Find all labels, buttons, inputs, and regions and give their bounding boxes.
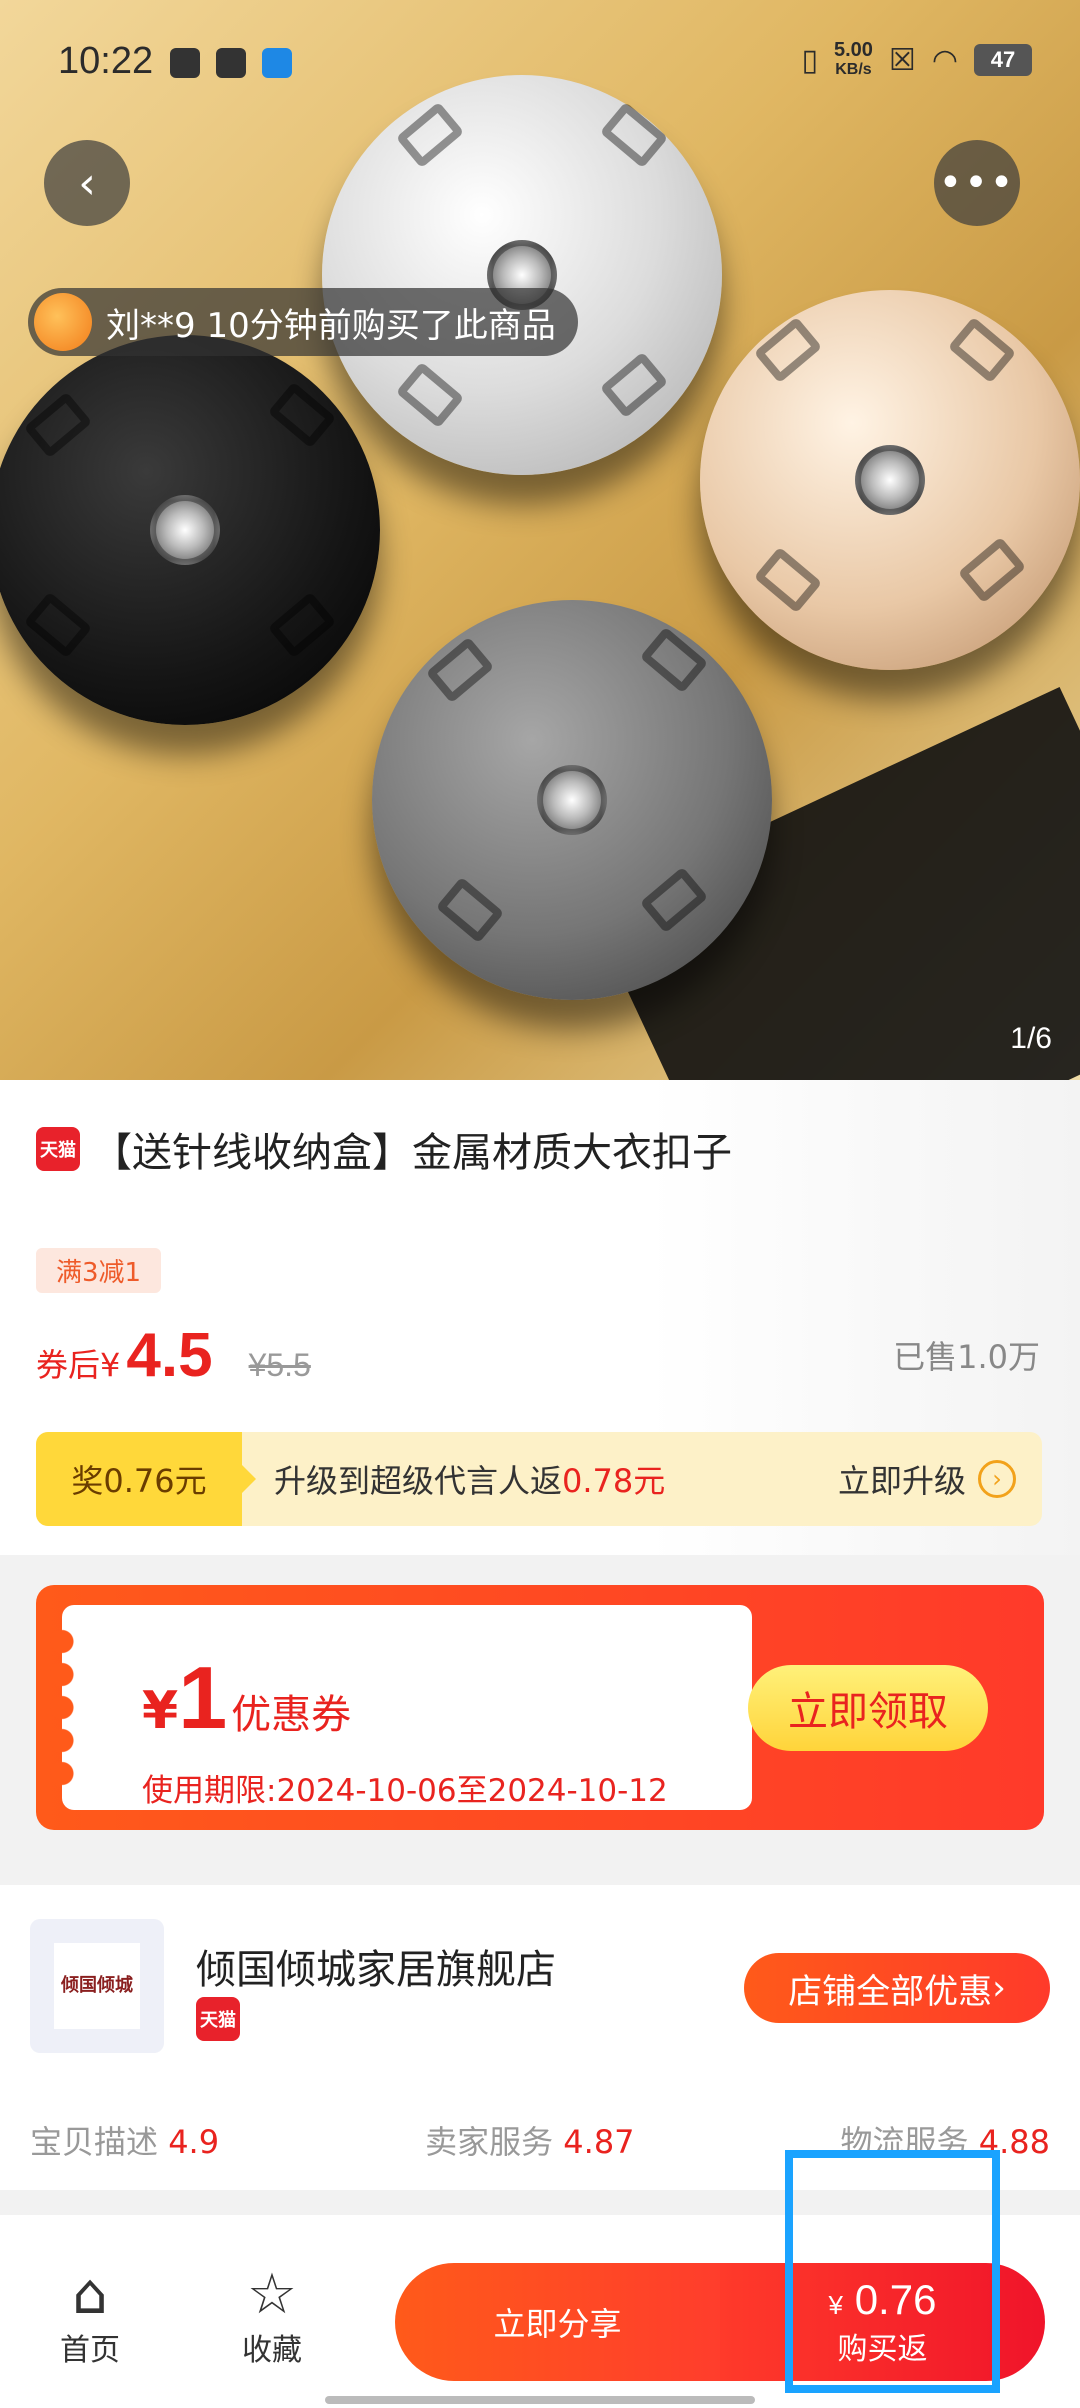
star-icon: ☆ [246, 2262, 298, 2327]
shop-card[interactable]: 倾国倾城 倾国倾城家居旗舰店 天猫 店铺全部优惠 › 宝贝描述 4.9 卖家服务… [0, 1885, 1080, 2190]
system-status-icons: ▯ 5.00 KB/s ☒ ◠ 47 [801, 40, 1032, 80]
claim-coupon-button[interactable]: 立即领取 [748, 1665, 988, 1751]
status-time: 10:22 [58, 40, 154, 82]
home-icon: ⌂ [72, 2262, 108, 2327]
home-indicator [325, 2396, 755, 2404]
highlight-box [785, 2150, 1000, 2393]
back-button[interactable]: ‹ [44, 140, 130, 226]
product-title-row: 天猫 【送针线收纳盒】金属材质大衣扣子 [36, 1120, 732, 1178]
buyer-notice-text: 刘**9 10分钟前购买了此商品 [106, 305, 556, 346]
coupon-detail: ¥ 1 优惠券 使用期限:2024-10-06至2024-10-12 [42, 1605, 752, 1810]
product-detail-page: 1/6 10:22 ▯ 5.00 KB/s ☒ ◠ 47 ‹ ••• 刘**9 … [0, 0, 1080, 2408]
nav-home[interactable]: ⌂ 首页 [30, 2265, 150, 2369]
shop-logo[interactable]: 倾国倾城 [30, 1919, 164, 2053]
nav-favorite[interactable]: ☆ 收藏 [212, 2265, 332, 2369]
upgrade-now-link[interactable]: 立即升级 › [838, 1432, 1016, 1526]
app-store-notification-icon [262, 48, 292, 78]
product-info-card: 天猫 【送针线收纳盒】金属材质大衣扣子 满3减1 券后¥ 4.5 ¥5.5 已售… [0, 1080, 1080, 1555]
score-description: 宝贝描述 4.9 [30, 2123, 220, 2161]
no-sim-icon: ☒ [888, 42, 916, 78]
shop-tmall-badge: 天猫 [196, 1997, 240, 2041]
reward-upgrade-text: 升级到超级代言人返0.78元 [274, 1462, 666, 1500]
product-image-black-button [0, 335, 380, 725]
price-prefix: 券后¥ [36, 1346, 121, 1384]
product-image-gold-button [700, 290, 1080, 670]
price-row: 券后¥ 4.5 ¥5.5 [36, 1320, 311, 1391]
shop-logo-text: 倾国倾城 [54, 1943, 140, 2029]
promo-tag: 满3减1 [36, 1248, 162, 1293]
status-bar: 10:22 ▯ 5.00 KB/s ☒ ◠ 47 [0, 0, 1080, 120]
reward-upgrade-bar[interactable]: 奖0.76元 升级到超级代言人返0.78元 立即升级 › [36, 1432, 1042, 1526]
vibrate-icon: ▯ [801, 42, 818, 78]
chevron-right-circle-icon: › [978, 1460, 1016, 1498]
coupon-section: ¥ 1 优惠券 使用期限:2024-10-06至2024-10-12 立即领取 [0, 1555, 1080, 1885]
shop-all-offers-button[interactable]: 店铺全部优惠 › [744, 1953, 1050, 2023]
wifi-icon: ◠ [931, 42, 958, 78]
buyer-avatar [34, 293, 92, 351]
chevron-right-icon: › [992, 1968, 1006, 2008]
score-service: 卖家服务 4.87 [425, 2123, 635, 2161]
product-title: 【送针线收纳盒】金属材质大衣扣子 [92, 1130, 732, 1176]
share-now-button[interactable]: 立即分享 [395, 2263, 720, 2381]
message-notification-icon [216, 48, 246, 78]
more-options-button[interactable]: ••• [934, 140, 1020, 226]
notification-icons [170, 48, 292, 78]
coupon-validity: 使用期限:2024-10-06至2024-10-12 [142, 1773, 668, 1809]
battery-icon: 47 [974, 44, 1032, 76]
original-price: ¥5.5 [248, 1347, 311, 1383]
network-speed: 5.00 KB/s [833, 39, 873, 78]
reward-badge: 奖0.76元 [36, 1432, 256, 1526]
tmall-badge: 天猫 [36, 1127, 80, 1171]
product-image-gallery[interactable]: 1/6 [0, 0, 1080, 1080]
coupon-card[interactable]: ¥ 1 优惠券 使用期限:2024-10-06至2024-10-12 立即领取 [36, 1585, 1044, 1830]
product-image-silver-button [322, 75, 722, 475]
image-counter: 1/6 [1010, 1022, 1052, 1055]
app-notification-icon [170, 48, 200, 78]
shop-name[interactable]: 倾国倾城家居旗舰店 [196, 1937, 556, 1995]
sold-count: 已售1.0万 [893, 1338, 1040, 1376]
product-image-gray-button [372, 600, 772, 1000]
more-dots-icon: ••• [938, 160, 1016, 206]
chevron-left-icon: ‹ [78, 157, 96, 209]
recent-buyer-notice: 刘**9 10分钟前购买了此商品 [28, 288, 578, 356]
coupon-price: 4.5 [126, 1321, 213, 1390]
coupon-amount: ¥ 1 优惠券 [142, 1648, 352, 1747]
